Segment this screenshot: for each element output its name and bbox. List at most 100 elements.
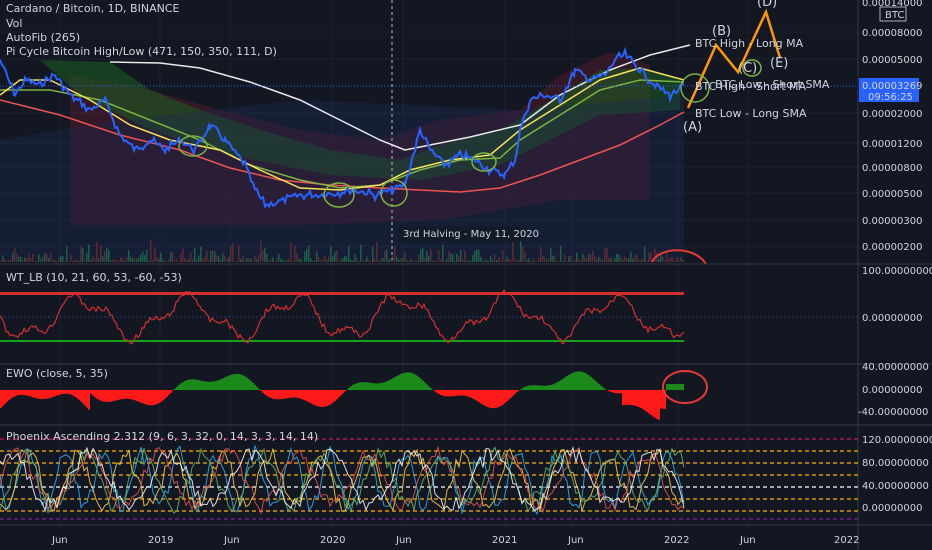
- volume-bar: [46, 253, 48, 262]
- ewo-bar: [296, 390, 298, 398]
- ewo-bar: [178, 384, 180, 390]
- chart-title[interactable]: Cardano / Bitcoin, 1D, BINANCE: [6, 2, 179, 15]
- ewo-bar: [168, 390, 170, 395]
- volume-bar: [444, 260, 446, 262]
- ewo-bar: [96, 390, 98, 399]
- volume-bar: [666, 251, 668, 262]
- volume-bar: [594, 256, 596, 262]
- ewo-scale-label: 0.00000000: [862, 385, 922, 396]
- volume-bar: [428, 255, 430, 262]
- ewo-bar: [84, 390, 86, 406]
- volume-bar: [558, 260, 560, 262]
- ewo-bar: [590, 376, 592, 390]
- ewo-bar: [228, 375, 230, 390]
- volume-bar: [522, 247, 524, 262]
- ewo-bar: [330, 390, 332, 405]
- ewo-bar: [374, 383, 376, 390]
- ewo-bar: [112, 390, 114, 402]
- ewo-bar: [474, 390, 476, 400]
- volume-bar: [76, 260, 78, 262]
- ewo-bar: [646, 390, 648, 413]
- ewo-bar: [134, 390, 136, 401]
- volume-bar: [228, 256, 230, 262]
- indicator-vol[interactable]: Vol: [6, 17, 22, 30]
- ewo-bar: [440, 390, 442, 395]
- volume-bar: [324, 255, 326, 262]
- ewo-bar: [124, 390, 126, 399]
- volume-bar: [240, 258, 242, 262]
- volume-bar: [546, 260, 548, 262]
- ewo-bar: [298, 390, 300, 399]
- volume-bar: [314, 259, 316, 262]
- volume-bar: [66, 246, 68, 262]
- volume-bar: [288, 259, 290, 262]
- volume-bar: [140, 254, 142, 262]
- volume-bar: [640, 259, 642, 262]
- ewo-bar: [90, 390, 92, 394]
- indicator-autofib[interactable]: AutoFib (265): [6, 31, 80, 44]
- ewo-bar: [326, 390, 328, 407]
- volume-bar: [514, 258, 516, 262]
- volume-bar: [176, 259, 178, 262]
- volume-bar: [438, 249, 440, 262]
- price-label: 0.00001200: [862, 139, 922, 150]
- volume-bar: [466, 260, 468, 262]
- ewo-pane-label[interactable]: EWO (close, 5, 35): [6, 367, 108, 380]
- ewo-bar: [120, 390, 122, 400]
- ewo-bar: [438, 390, 440, 395]
- ewo-bar: [364, 382, 366, 390]
- volume-bar: [338, 260, 340, 262]
- time-tick: Jun: [395, 535, 412, 546]
- volume-bar: [290, 242, 292, 262]
- volume-bar: [682, 260, 684, 262]
- volume-bar: [322, 259, 324, 262]
- ewo-bar: [316, 390, 318, 407]
- volume-bar: [16, 253, 18, 262]
- volume-bar: [660, 254, 662, 262]
- ewo-bar: [436, 390, 438, 393]
- volume-bar: [422, 248, 424, 262]
- ewo-bar: [82, 390, 84, 404]
- volume-bar: [68, 260, 70, 262]
- volume-bar: [574, 259, 576, 262]
- volume-bar: [70, 254, 72, 262]
- ewo-bar: [220, 379, 222, 390]
- volume-bar: [680, 256, 682, 262]
- volume-bar: [380, 258, 382, 262]
- volume-bar: [200, 246, 202, 262]
- ewo-bar: [344, 390, 346, 392]
- ewo-bar: [222, 378, 224, 390]
- ewo-bar: [158, 390, 160, 404]
- ewo-bar: [566, 376, 568, 390]
- volume-bar: [198, 255, 200, 262]
- ewo-bar: [622, 390, 624, 406]
- ewo-bar: [568, 374, 570, 390]
- volume-bar: [272, 257, 274, 262]
- ewo-bar: [442, 390, 444, 396]
- ewo-bar: [300, 390, 302, 399]
- ewo-bar: [678, 384, 680, 390]
- volume-bar: [106, 247, 108, 262]
- volume-bar: [24, 257, 26, 262]
- volume-bar: [256, 259, 258, 262]
- volume-bar: [578, 258, 580, 262]
- ewo-bar: [20, 390, 22, 395]
- ewo-bar: [522, 387, 524, 390]
- volume-bar: [194, 247, 196, 262]
- volume-bar: [302, 260, 304, 262]
- wt-pane-label[interactable]: WT_LB (10, 21, 60, 53, -60, -53): [6, 271, 182, 284]
- ewo-bar: [14, 390, 16, 397]
- ewo-bar: [118, 390, 120, 400]
- ewo-bar: [324, 390, 326, 407]
- volume-bar: [136, 259, 138, 262]
- volume-bar: [354, 254, 356, 262]
- ewo-bar: [102, 390, 104, 402]
- ewo-bar: [170, 390, 172, 393]
- volume-bar: [504, 259, 506, 262]
- ewo-bar: [416, 375, 418, 390]
- indicator-picycle[interactable]: Pi Cycle Bitcoin High/Low (471, 150, 350…: [6, 45, 277, 58]
- volume-bar: [62, 255, 64, 262]
- price-label: 0.00005000: [862, 55, 922, 66]
- volume-bar: [418, 255, 420, 262]
- phoenix-pane-label[interactable]: Phoenix Ascending 2.312 (9, 6, 3, 32, 0,…: [6, 430, 318, 443]
